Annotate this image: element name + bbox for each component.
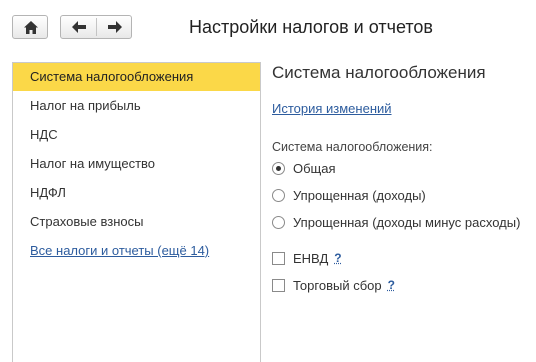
- radio-label: Упрощенная (доходы минус расходы): [293, 214, 521, 230]
- sidebar-all-taxes-link-row: Все налоги и отчеты (ещё 14): [13, 237, 260, 265]
- home-button[interactable]: [12, 15, 48, 39]
- navigation-buttons: [60, 15, 132, 39]
- arrow-left-icon: [71, 21, 86, 33]
- radio-simplified-income-minus-expenses[interactable]: Упрощенная (доходы минус расходы): [272, 212, 520, 232]
- radio-label: Упрощенная (доходы): [293, 187, 426, 203]
- envd-checkbox-row[interactable]: ЕНВД ?: [272, 248, 342, 268]
- radio-button[interactable]: [272, 215, 285, 229]
- tax-system-label: Система налогообложения:: [272, 140, 433, 154]
- radio-button[interactable]: [272, 188, 285, 202]
- page-title: Настройки налогов и отчетов: [189, 17, 433, 37]
- envd-checkbox[interactable]: [272, 251, 285, 265]
- trade-fee-label: Торговый сбор: [293, 277, 382, 293]
- sidebar-item-vat[interactable]: НДС: [13, 121, 260, 149]
- sidebar-item-property-tax[interactable]: Налог на имущество: [13, 150, 260, 178]
- trade-fee-help-icon[interactable]: ?: [388, 278, 395, 292]
- radio-button[interactable]: [272, 161, 285, 175]
- sidebar: Система налогообложения Налог на прибыль…: [12, 62, 261, 362]
- sidebar-item-profit-tax[interactable]: Налог на прибыль: [13, 92, 260, 120]
- all-taxes-link[interactable]: Все налоги и отчеты (ещё 14): [30, 243, 209, 258]
- home-icon: [13, 16, 48, 38]
- radio-general[interactable]: Общая: [272, 158, 336, 178]
- back-button[interactable]: [61, 16, 96, 38]
- radio-label: Общая: [293, 160, 336, 176]
- sidebar-item-insurance[interactable]: Страховые взносы: [13, 208, 260, 236]
- arrow-right-icon: [107, 21, 122, 33]
- trade-fee-checkbox-row[interactable]: Торговый сбор ?: [272, 275, 395, 295]
- envd-help-icon[interactable]: ?: [334, 251, 341, 265]
- envd-label: ЕНВД: [293, 250, 329, 266]
- sidebar-item-ndfl[interactable]: НДФЛ: [13, 179, 260, 207]
- forward-button[interactable]: [97, 16, 132, 38]
- section-title: Система налогообложения: [272, 63, 486, 82]
- history-link[interactable]: История изменений: [272, 101, 392, 116]
- radio-simplified-income[interactable]: Упрощенная (доходы): [272, 185, 426, 205]
- trade-fee-checkbox[interactable]: [272, 278, 285, 292]
- sidebar-item-tax-system[interactable]: Система налогообложения: [13, 63, 260, 91]
